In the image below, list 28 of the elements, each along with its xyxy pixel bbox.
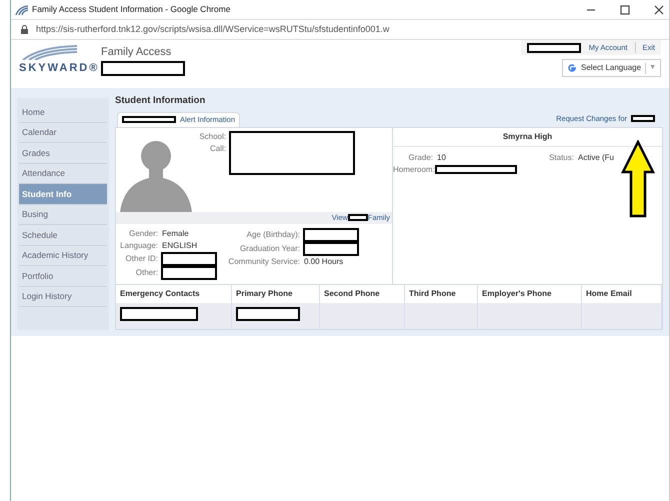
field-label: Status: xyxy=(549,152,574,164)
app-logo-icon xyxy=(15,4,29,14)
field-label: Gender: xyxy=(128,228,158,240)
field-label: Other: xyxy=(134,266,158,278)
field-label: Other ID: xyxy=(124,252,158,264)
field-label: Grade: xyxy=(408,152,433,164)
field-value: Female xyxy=(162,228,189,240)
field-label: Community Service: xyxy=(227,256,300,268)
field-value: ENGLISH xyxy=(162,240,198,252)
close-icon[interactable] xyxy=(653,4,665,16)
field-value: Active (Fu xyxy=(578,152,614,164)
sidebar-item[interactable]: Student Info xyxy=(19,184,107,204)
field-label: Age (Birthday): xyxy=(246,228,300,240)
page-title: Student Information xyxy=(115,94,206,108)
field-label: Call: xyxy=(208,142,226,154)
field-label: Language: xyxy=(119,240,158,252)
field-label: Graduation Year: xyxy=(238,242,300,254)
logo-text: SKYWARD® xyxy=(19,61,100,76)
google-g-icon xyxy=(567,63,577,74)
maximize-icon[interactable] xyxy=(619,4,631,16)
field-value: 10 xyxy=(437,152,446,164)
window-title: Family Access Student Information - Google Chrome xyxy=(32,3,230,16)
field-value: 0.00 Hours xyxy=(304,256,344,268)
url-text[interactable]: https://sis-rutherford.tnk12.gov/scripts/wsisa.dll/WService=wsRUTStu/sfstudentinfo001.w xyxy=(36,22,390,36)
field-label: School: xyxy=(198,130,226,142)
app-name: Family Access xyxy=(101,45,172,60)
field-label: Homeroom: xyxy=(393,164,433,176)
lock-icon xyxy=(21,25,28,34)
